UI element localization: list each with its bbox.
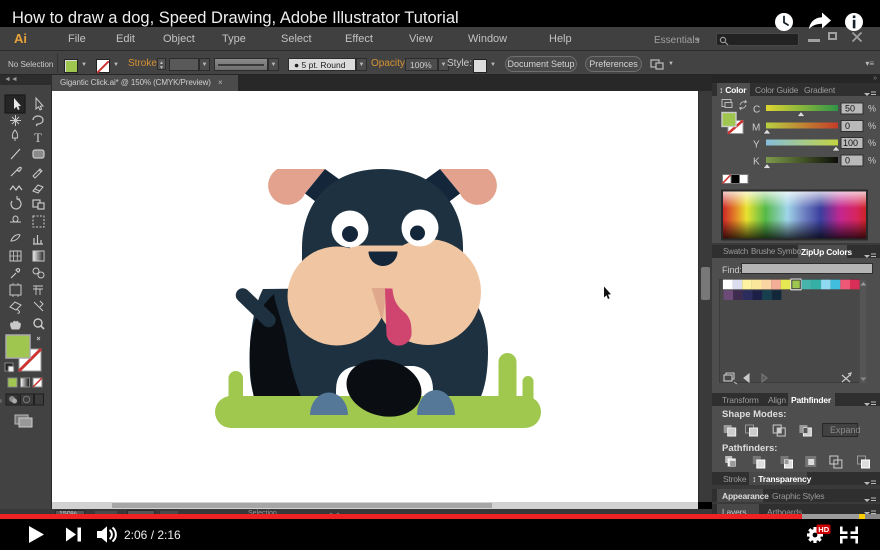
svg-text:%: %: [868, 104, 876, 114]
svg-text:%: %: [868, 121, 876, 131]
svg-text:Y: Y: [753, 140, 760, 151]
svg-text:M: M: [752, 123, 760, 134]
svg-text:100: 100: [843, 138, 858, 148]
svg-text:%: %: [868, 138, 876, 148]
svg-text:50: 50: [845, 104, 855, 114]
svg-text:Pathfinders:: Pathfinders:: [722, 443, 777, 454]
svg-text:Expand: Expand: [830, 425, 861, 435]
svg-text:T: T: [34, 130, 42, 145]
svg-text:%: %: [868, 156, 876, 166]
svg-text:0: 0: [845, 156, 850, 166]
svg-text:K: K: [753, 157, 760, 168]
svg-text:HD: HD: [818, 525, 829, 534]
svg-text:0: 0: [845, 121, 850, 131]
svg-text:C: C: [753, 105, 760, 116]
